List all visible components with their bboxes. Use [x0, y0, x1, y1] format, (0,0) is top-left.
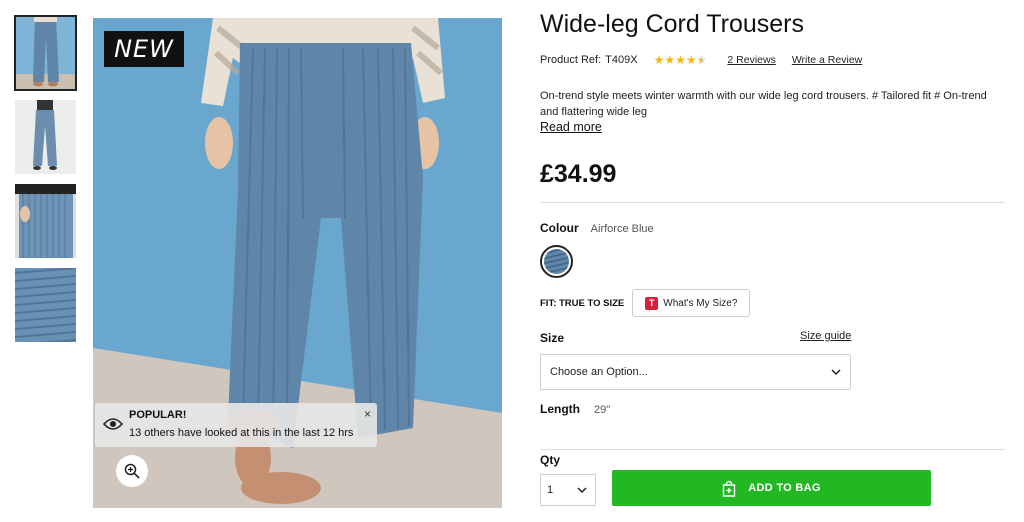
main-product-image[interactable]: NEW POPULAR! 13 others have looked at th…	[93, 18, 502, 508]
product-ref-label: Product Ref:	[540, 54, 602, 66]
popular-title: POPULAR!	[129, 409, 187, 421]
chevron-down-icon	[577, 487, 587, 494]
add-to-bag-label: ADD TO BAG	[748, 482, 821, 494]
product-price: £34.99	[540, 160, 617, 188]
size-select[interactable]: Choose an Option...	[540, 354, 851, 390]
thumbnail-pocket-detail[interactable]	[15, 184, 76, 258]
whats-my-size-button[interactable]: T What's My Size?	[632, 289, 751, 317]
colour-label: Colour	[540, 221, 579, 235]
thumbnail-gallery	[14, 15, 78, 352]
length-row: Length 29"	[540, 402, 610, 416]
colour-swatch-airforce-blue[interactable]	[540, 245, 573, 278]
fit-row: FIT: TRUE TO SIZE T What's My Size?	[540, 289, 751, 317]
qty-select[interactable]: 1	[540, 474, 596, 506]
close-icon[interactable]: ×	[364, 407, 371, 421]
length-value: 29"	[594, 404, 611, 416]
popular-text: 13 others have looked at this in the las…	[129, 427, 354, 439]
star-icon: ★	[653, 53, 665, 67]
qty-label: Qty	[540, 453, 561, 467]
thumbnail-full-length-view[interactable]	[15, 100, 76, 174]
truefit-logo-icon: T	[645, 296, 659, 310]
thumbnail-front-view[interactable]	[14, 15, 77, 91]
colour-value: Airforce Blue	[590, 223, 654, 235]
product-ref-value: T409X	[605, 54, 638, 66]
shopping-bag-icon	[722, 480, 736, 497]
product-page: NEW POPULAR! 13 others have looked at th…	[0, 0, 1024, 522]
rating-stars: ★ ★ ★ ★ ★	[654, 54, 708, 66]
size-label: Size	[540, 331, 565, 345]
size-guide-link[interactable]: Size guide	[800, 330, 851, 342]
popular-notification: POPULAR! 13 others have looked at this i…	[95, 403, 377, 447]
length-label: Length	[540, 402, 580, 416]
product-description: On-trend style meets winter warmth with …	[540, 90, 987, 118]
write-review-link[interactable]: Write a Review	[792, 54, 862, 66]
read-more-link[interactable]: Read more	[540, 120, 602, 134]
half-star-icon: ★	[696, 53, 708, 67]
thumbnail-fabric-closeup[interactable]	[15, 268, 76, 342]
reviews-link[interactable]: 2 Reviews	[727, 54, 775, 66]
whats-my-size-label: What's My Size?	[663, 297, 738, 309]
star-icon: ★	[664, 53, 676, 67]
swatch-pattern	[544, 249, 569, 274]
add-to-bag-button[interactable]: ADD TO BAG	[612, 470, 931, 506]
fit-label: FIT: TRUE TO SIZE	[540, 297, 625, 309]
chevron-down-icon	[831, 369, 841, 376]
product-ref-row: Product Ref: T409X ★ ★ ★ ★ ★ 2 Reviews W…	[540, 54, 878, 66]
product-title: Wide-leg Cord Trousers	[540, 10, 804, 38]
colour-row: Colour Airforce Blue	[540, 221, 654, 235]
star-icon: ★	[685, 53, 697, 67]
zoom-button[interactable]	[116, 455, 148, 487]
new-badge: NEW	[104, 31, 184, 67]
star-icon: ★	[675, 53, 686, 67]
zoom-in-icon	[124, 463, 140, 479]
size-select-value: Choose an Option...	[550, 366, 648, 378]
qty-value: 1	[547, 484, 554, 496]
eye-icon	[103, 418, 123, 430]
divider	[540, 449, 1005, 450]
divider	[540, 202, 1005, 203]
